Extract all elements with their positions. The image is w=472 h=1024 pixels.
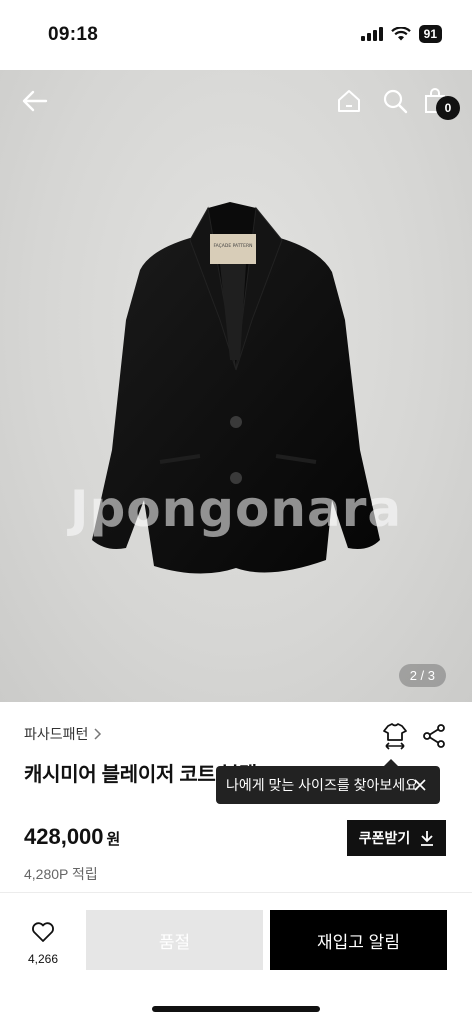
bottom-action-bar: 4,266 품절 재입고 알림 <box>0 893 472 1024</box>
close-icon[interactable] <box>410 775 430 795</box>
home-indicator <box>152 1006 320 1012</box>
brand-name: 파사드패턴 <box>24 726 89 742</box>
size-fit-icon[interactable] <box>382 722 408 750</box>
cart-count-badge: 0 <box>436 96 460 120</box>
price: 428,000 <box>24 824 104 849</box>
download-icon <box>421 831 434 846</box>
search-icon <box>383 89 408 114</box>
watermark: Jpongonara <box>69 480 403 538</box>
coupon-button[interactable]: 쿠폰받기 <box>347 820 446 856</box>
home-button[interactable] <box>334 86 364 116</box>
soldout-button[interactable]: 품절 <box>86 910 263 970</box>
price-row: 428,000 원 <box>24 824 120 850</box>
garment-label: FAÇADE PATTERN <box>213 243 252 249</box>
product-info: 파사드패턴 캐시미어 블레이저 코트 블랙 나에게 맞는 사이즈를 찾아보세요 … <box>0 702 472 892</box>
status-icons: 91 <box>360 25 442 43</box>
heart-icon <box>32 922 54 942</box>
signal-icon <box>360 27 383 41</box>
battery-indicator: 91 <box>418 25 442 43</box>
home-icon <box>338 90 360 112</box>
reward-points: 4,280P 적립 <box>24 866 98 882</box>
status-bar: 09:18 91 <box>0 0 472 70</box>
product-image-carousel[interactable]: 0 FAÇADE PATTERN Jpongonara 2 / 3 <box>0 70 472 702</box>
brand-link[interactable]: 파사드패턴 <box>24 724 102 744</box>
search-button[interactable] <box>380 86 410 116</box>
tooltip-text: 나에게 맞는 사이즈를 찾아보세요 <box>226 777 418 793</box>
coupon-label: 쿠폰받기 <box>358 830 411 846</box>
top-navigation: 0 <box>0 70 472 130</box>
wishlist-count: 4,266 <box>27 952 59 966</box>
back-button[interactable] <box>20 86 50 116</box>
chevron-right-icon <box>94 728 102 740</box>
wifi-icon <box>390 27 411 41</box>
status-time: 09:18 <box>48 24 99 45</box>
share-icon[interactable] <box>422 724 446 748</box>
image-pager: 2 / 3 <box>398 664 446 687</box>
restock-alert-button[interactable]: 재입고 알림 <box>270 910 447 970</box>
wishlist-button[interactable]: 4,266 <box>22 921 64 966</box>
size-finder-tooltip[interactable]: 나에게 맞는 사이즈를 찾아보세요 <box>216 759 440 804</box>
product-actions <box>382 722 446 750</box>
back-arrow-icon <box>22 90 48 112</box>
currency: 원 <box>106 831 121 848</box>
